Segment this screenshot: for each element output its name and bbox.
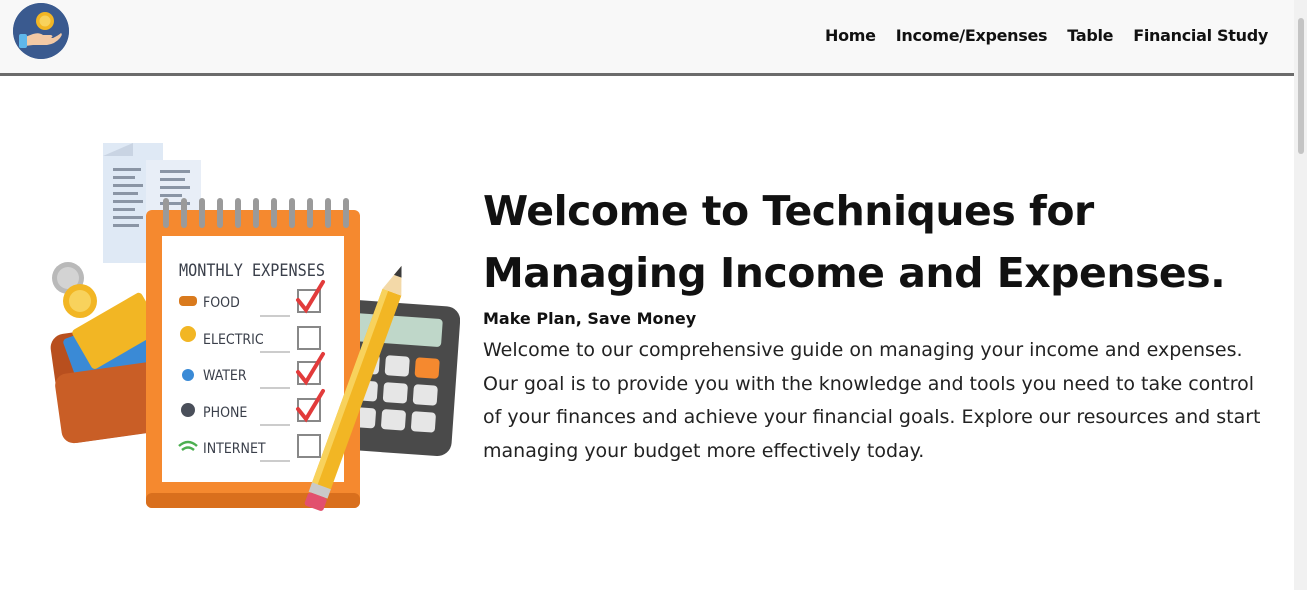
main-nav: Home Income/Expenses Table Financial Stu…	[825, 26, 1268, 45]
page-scrollbar[interactable]	[1294, 0, 1307, 590]
nav-home[interactable]: Home	[825, 26, 876, 45]
hero-description: Welcome to our comprehensive guide on ma…	[483, 339, 1261, 462]
navbar: Home Income/Expenses Table Financial Stu…	[0, 0, 1294, 76]
lightbulb-icon	[180, 326, 196, 342]
nav-table[interactable]: Table	[1067, 26, 1113, 45]
phone-icon	[181, 403, 195, 417]
expense-label-water: WATER	[203, 368, 247, 384]
expense-label-internet: INTERNET	[203, 441, 266, 457]
burger-icon	[179, 296, 197, 306]
page-title: Welcome to Techniques for Managing Incom…	[483, 180, 1283, 304]
page-title-line-1: Welcome to Techniques for	[483, 187, 1094, 235]
nav-financial-study[interactable]: Financial Study	[1133, 26, 1268, 45]
expense-label-electric: ELECTRIC	[203, 332, 264, 348]
scrollbar-thumb[interactable]	[1298, 18, 1304, 154]
hero-illustration: MONTHLY EXPENSES FOOD ELECTRIC WATER PHO…	[48, 138, 461, 518]
hero-section: Welcome to Techniques for Managing Incom…	[483, 180, 1283, 468]
notepad-heading: MONTHLY EXPENSES	[179, 261, 325, 281]
hand-coin-icon	[13, 3, 69, 59]
water-drops-icon	[182, 369, 194, 381]
expense-label-food: FOOD	[203, 295, 240, 311]
expense-label-phone: PHONE	[203, 405, 247, 421]
page-title-line-2: Managing Income and Expenses.	[483, 249, 1226, 297]
hero-subtitle: Make Plan, Save Money	[483, 309, 697, 328]
logo[interactable]	[13, 3, 69, 59]
nav-income-expenses[interactable]: Income/Expenses	[896, 26, 1048, 45]
